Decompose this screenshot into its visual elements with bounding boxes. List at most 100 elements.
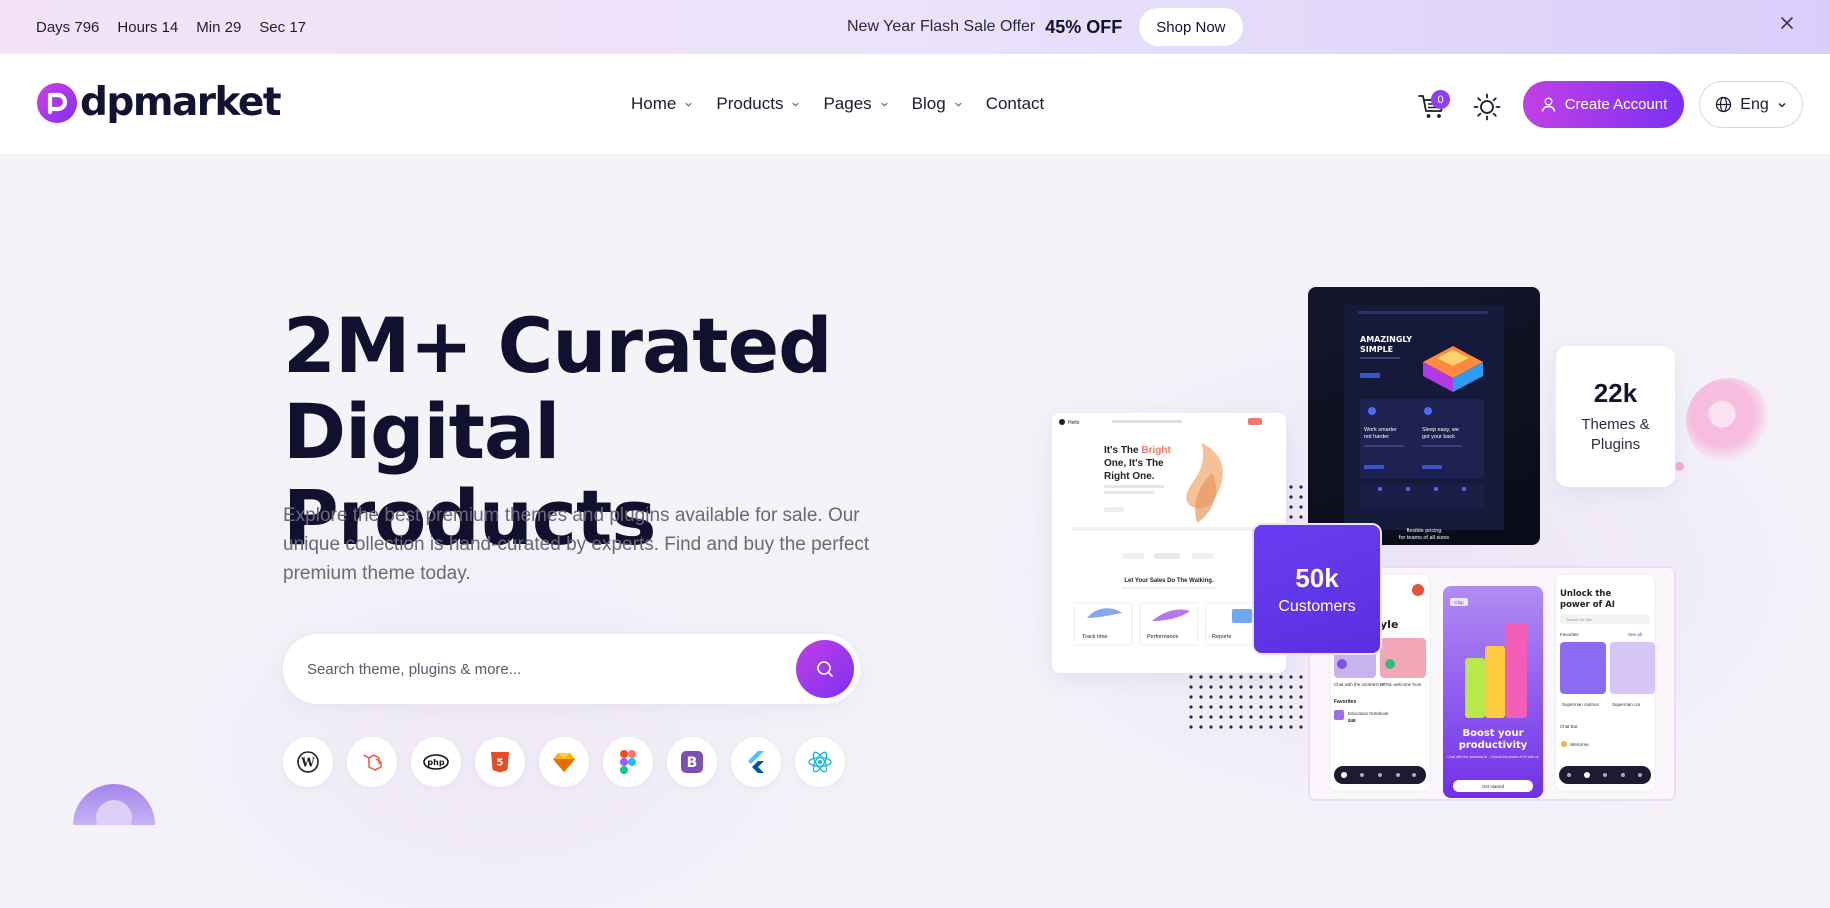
stat-customers-label: Customers — [1278, 598, 1356, 615]
logo-icon — [37, 82, 77, 123]
mock-app3-card-2: Superman car — [1612, 702, 1641, 707]
wordpress-icon[interactable]: W — [283, 737, 333, 787]
mock-app3-chat: Chat Bot — [1560, 724, 1578, 729]
mock-dark-headline-2: SIMPLE — [1360, 345, 1393, 354]
mock-left-headline-3: Right One. — [1104, 471, 1155, 482]
sun-icon[interactable] — [1472, 92, 1502, 122]
nav-products-label: Products — [716, 94, 784, 113]
hero-title-line-1: 2M+ Curated — [283, 301, 833, 390]
figma-icon[interactable] — [603, 737, 653, 787]
cart-count-badge: 0 — [1431, 90, 1450, 109]
mockup-landing-dark: AMAZINGLY SIMPLE Work smarter not harder… — [1308, 287, 1540, 545]
chevron-down-icon — [1778, 102, 1786, 107]
laravel-icon[interactable] — [347, 737, 397, 787]
promo-bar: Days 796 Hours 14 Min 29 Sec 17 New Year… — [0, 0, 1830, 54]
countdown-minutes: Min 29 — [196, 18, 242, 36]
countdown-seconds: Sec 17 — [259, 18, 307, 36]
logo[interactable]: dpmarket — [36, 80, 282, 125]
mock-app3-title-2: power of AI — [1560, 600, 1615, 610]
nav-home-label: Home — [631, 94, 677, 113]
mock-app1-title: yle — [1380, 618, 1398, 631]
nav-pages[interactable]: Pages — [823, 94, 888, 114]
mock-dark-card-2: Sleep easy, we — [1422, 427, 1459, 433]
html5-icon[interactable]: 5 — [475, 737, 525, 787]
logo-text: dpmarket — [80, 80, 282, 125]
mock-left-feature-2: Performance — [1147, 634, 1179, 640]
nav-home[interactable]: Home — [631, 94, 693, 114]
svg-text:php: php — [427, 758, 444, 767]
svg-text:B: B — [687, 755, 698, 771]
countdown: Days 796 Hours 14 Min 29 Sec 17 — [36, 0, 306, 54]
hero-description: Explore the best premium themes and plug… — [283, 505, 870, 584]
mock-app1-item-2: HTML welcome from — [1380, 682, 1422, 687]
countdown-days: Days 796 — [36, 18, 100, 36]
chevron-down-icon — [685, 102, 692, 107]
flutter-icon[interactable] — [731, 737, 781, 787]
mock-dark-card-2b: got your back — [1422, 434, 1455, 440]
mock-app3-favorites: Favorites — [1560, 632, 1579, 637]
bootstrap-icon[interactable]: B — [667, 737, 717, 787]
user-icon — [1541, 97, 1555, 112]
mock-left-headline: It's The — [1104, 445, 1141, 456]
mock-app3-see-all: See all — [1628, 632, 1642, 637]
promo-discount: 45% OFF — [1045, 16, 1123, 37]
nav-blog-label: Blog — [911, 94, 946, 113]
stat-themes-plugins: 22k Themes & Plugins — [1556, 346, 1675, 487]
decorative-pink-ring — [1686, 378, 1772, 464]
mock-app1-fav-item: Education Notebook — [1348, 711, 1389, 716]
stat-customers-value: 50k — [1295, 563, 1339, 593]
mock-left-subhead: Let Your Sales Do The Walking. — [1124, 578, 1214, 584]
search-button[interactable] — [796, 640, 854, 698]
mock-app2-sub: Chat with the smartest AI - Unlock the p… — [1447, 755, 1538, 759]
mock-app3-card-1: Superman cartoon — [1562, 702, 1600, 707]
stat-themes-value: 22k — [1593, 378, 1638, 408]
chevron-down-icon — [955, 102, 962, 107]
chevron-down-icon — [881, 102, 888, 107]
shop-now-button[interactable]: Shop Now — [1139, 8, 1243, 46]
language-label: Eng — [1740, 95, 1769, 113]
stat-themes-label: Themes & Plugins — [1581, 416, 1650, 453]
mock-app1-favorites: Favorites — [1334, 699, 1356, 705]
promo-offer: New Year Flash Sale Offer 45% OFF Shop N… — [847, 0, 1243, 54]
globe-icon — [1716, 96, 1732, 113]
nav-contact[interactable]: Contact — [986, 94, 1045, 114]
close-icon[interactable] — [1776, 12, 1798, 34]
mock-dark-footer-2: for teams of all sizes — [1399, 535, 1449, 541]
mock-left-headline-2: One, It's The — [1104, 458, 1164, 469]
mock-app3-search: Search for title — [1566, 617, 1593, 622]
mock-left-feature-1: Track time — [1082, 634, 1107, 640]
hero-section: 2M+ Curated Digital Products Explore the… — [0, 154, 1830, 908]
stat-customers: 50k Customers — [1252, 523, 1382, 655]
mock-app3-title-1: Unlock the — [1560, 589, 1611, 599]
nav-products[interactable]: Products — [716, 94, 800, 114]
nav-blog[interactable]: Blog — [912, 94, 963, 114]
chevron-down-icon — [792, 102, 800, 107]
create-account-button[interactable]: Create Account — [1523, 81, 1684, 128]
mock-app2-badge: Chip — [1454, 600, 1464, 605]
mock-app2-title-2: productivity — [1459, 740, 1528, 751]
php-icon[interactable]: php — [411, 737, 461, 787]
language-select[interactable]: Eng — [1699, 81, 1803, 128]
mock-app3-welcome: Welcome — [1570, 742, 1589, 747]
decorative-pink-dot — [1675, 462, 1684, 471]
mock-app2-title-1: Boost your — [1462, 728, 1523, 739]
promo-text: New Year Flash Sale Offer — [847, 18, 1036, 35]
site-header: dpmarket Home Products Pages Blog Contac… — [0, 54, 1830, 154]
mock-app2-cta: Get started — [1482, 784, 1505, 789]
mock-dark-card-1: Work smarter — [1364, 427, 1397, 433]
create-account-label: Create Account — [1564, 96, 1668, 113]
mock-left-logo: Hello — [1068, 420, 1080, 426]
search-icon — [817, 661, 833, 677]
mockup-landing-light: Hello It's The Bright One, It's The Righ… — [1052, 413, 1286, 673]
mock-left-feature-3: Reports — [1212, 634, 1232, 640]
nav-contact-label: Contact — [985, 94, 1045, 113]
mock-dark-card-1b: not harder — [1364, 434, 1389, 440]
sketch-icon[interactable] — [539, 737, 589, 787]
react-icon[interactable] — [795, 737, 845, 787]
search-input[interactable] — [307, 634, 757, 704]
mock-dark-footer-1: flexible pricing — [1407, 528, 1442, 534]
svg-text:5: 5 — [497, 758, 504, 769]
svg-text:It's The Bright: It's The Bright — [1104, 445, 1171, 456]
mock-dark-headline-1: AMAZINGLY — [1360, 335, 1412, 344]
svg-text:W: W — [300, 756, 315, 770]
